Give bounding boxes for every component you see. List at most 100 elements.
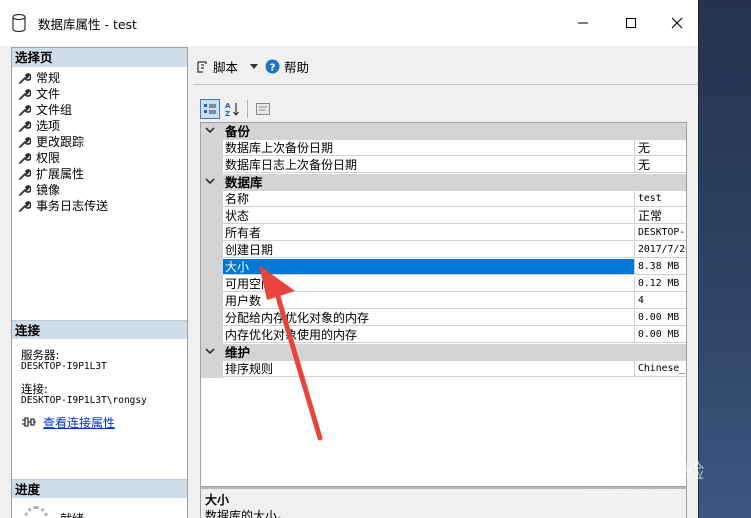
wrench-icon	[19, 184, 31, 196]
property-name: 名称	[223, 191, 635, 207]
property-value: 无	[635, 157, 686, 173]
property-name: 状态	[223, 208, 635, 224]
chevron-collapse-icon[interactable]	[205, 348, 215, 356]
mini-toolbar-divider	[247, 100, 248, 118]
property-row[interactable]: 分配给内存优化对象的内存 0.00 MB	[201, 310, 686, 327]
property-name: 创建日期	[223, 242, 635, 258]
minimize-button[interactable]	[560, 0, 606, 46]
property-row-selected[interactable]: 大小 8.38 MB	[201, 259, 686, 276]
nav-item-label: 选项	[36, 119, 61, 133]
category-database[interactable]: 数据库	[201, 174, 686, 191]
property-name: 排序规则	[223, 361, 635, 377]
property-value: 2017/7/26 14:16:42	[635, 242, 686, 258]
desktop-background	[698, 0, 751, 518]
property-value: 8.38 MB	[635, 259, 686, 275]
category-label: 备份	[225, 124, 251, 139]
maximize-button[interactable]	[608, 0, 654, 46]
nav-item-label: 事务日志传送	[36, 199, 109, 213]
close-icon	[671, 17, 683, 29]
sort-alphabetical-icon: A Z	[225, 102, 239, 117]
property-value: 0.12 MB	[635, 276, 686, 292]
chevron-collapse-icon[interactable]	[205, 178, 215, 186]
property-value: 0.00 MB	[635, 310, 686, 326]
wrench-icon	[19, 88, 31, 100]
property-value: test	[635, 191, 686, 207]
close-button[interactable]	[654, 0, 698, 46]
property-name: 分配给内存优化对象的内存	[223, 310, 635, 326]
property-name: 数据库日志上次备份日期	[223, 157, 635, 173]
categorized-icon	[204, 104, 216, 114]
script-icon	[197, 60, 207, 73]
property-row[interactable]: 所有者 DESKTOP-I9P1L3T\rongsy	[201, 225, 686, 242]
property-name: 大小	[223, 259, 635, 275]
nav-item[interactable]: 文件组	[18, 102, 108, 118]
svg-text:?: ?	[270, 63, 276, 74]
database-properties-window: 数据库属性 - test 选择页 常规 文件 文件组 选项 更改跟踪 权限 扩展…	[0, 0, 699, 518]
database-icon	[12, 14, 26, 32]
chevron-collapse-icon[interactable]	[205, 127, 215, 135]
property-row[interactable]: 用户数 4	[201, 293, 686, 310]
view-connection-properties[interactable]: 查看连接属性	[21, 414, 115, 431]
property-name: 所有者	[223, 225, 635, 241]
wrench-icon	[19, 72, 31, 84]
nav-item[interactable]: 权限	[18, 150, 108, 166]
connection-header: 连接	[12, 320, 187, 339]
help-button[interactable]: ? 帮助	[265, 57, 309, 76]
view-connection-link[interactable]: 查看连接属性	[43, 414, 115, 431]
script-button[interactable]: 脚本	[195, 57, 259, 76]
progress-spinner-icon	[24, 506, 48, 518]
property-row[interactable]: 名称 test	[201, 191, 686, 208]
property-row[interactable]: 数据库上次备份日期 无	[201, 140, 686, 157]
nav-item-label: 权限	[36, 151, 61, 165]
toolbar-divider	[193, 84, 698, 85]
alphabetical-button[interactable]: A Z	[222, 99, 242, 119]
left-pane: 选择页 常规 文件 文件组 选项 更改跟踪 权限 扩展属性 镜像 事务日志传送 …	[11, 47, 188, 518]
property-row[interactable]: 排序规则 Chinese_PRC_CI_AS	[201, 361, 686, 378]
property-row[interactable]: 状态 正常	[201, 208, 686, 225]
property-value: Chinese_PRC_CI_AS	[635, 361, 686, 377]
category-label: 数据库	[225, 175, 263, 190]
category-backup[interactable]: 备份	[201, 123, 686, 140]
nav-item[interactable]: 文件	[18, 86, 108, 102]
property-value: 正常	[635, 208, 686, 224]
property-row[interactable]: 内存优化对象使用的内存 0.00 MB	[201, 327, 686, 344]
window-title: 数据库属性 - test	[38, 17, 137, 32]
wrench-icon	[19, 152, 31, 164]
wrench-icon	[19, 104, 31, 116]
nav-item[interactable]: 常规	[18, 70, 108, 86]
svg-text:Z: Z	[225, 110, 230, 117]
property-value: 4	[635, 293, 686, 309]
progress-status: 就绪	[60, 510, 84, 518]
description-text: 数据库的大小。	[205, 509, 290, 518]
property-value: DESKTOP-I9P1L3T\rongsy	[635, 225, 686, 241]
nav-item[interactable]: 扩展属性	[18, 166, 108, 182]
property-name: 数据库上次备份日期	[223, 140, 635, 156]
description-pane: 大小 数据库的大小。	[200, 487, 687, 518]
property-row[interactable]: 可用空间 0.12 MB	[201, 276, 686, 293]
property-row[interactable]: 创建日期 2017/7/26 14:16:42	[201, 242, 686, 259]
nav-item[interactable]: 选项	[18, 118, 108, 134]
nav-item[interactable]: 镜像	[18, 182, 108, 198]
category-maintenance[interactable]: 维护	[201, 344, 686, 361]
wrench-icon	[19, 120, 31, 132]
categorized-button[interactable]	[200, 99, 220, 119]
connection-value: DESKTOP-I9P1L3T\rongsy	[21, 395, 147, 406]
progress-header: 进度	[12, 479, 187, 498]
description-title: 大小	[205, 493, 230, 507]
nav-item-label: 常规	[36, 71, 61, 85]
help-icon: ?	[265, 59, 280, 74]
wrench-icon	[19, 200, 31, 212]
nav-item-label: 文件组	[36, 103, 73, 117]
property-pages-button[interactable]	[253, 99, 273, 119]
nav-item[interactable]: 事务日志传送	[18, 198, 108, 214]
property-name: 用户数	[223, 293, 635, 309]
svg-text:A: A	[225, 102, 231, 110]
property-value: 0.00 MB	[635, 327, 686, 343]
nav-item[interactable]: 更改跟踪	[18, 134, 108, 150]
page-nav-list: 常规 文件 文件组 选项 更改跟踪 权限 扩展属性 镜像 事务日志传送	[18, 70, 108, 214]
help-label: 帮助	[284, 60, 310, 75]
progress-status-row: 就绪	[24, 506, 84, 518]
chevron-down-icon[interactable]	[250, 63, 259, 70]
title-bar: 数据库属性 - test	[0, 0, 698, 46]
property-row[interactable]: 数据库日志上次备份日期 无	[201, 157, 686, 174]
